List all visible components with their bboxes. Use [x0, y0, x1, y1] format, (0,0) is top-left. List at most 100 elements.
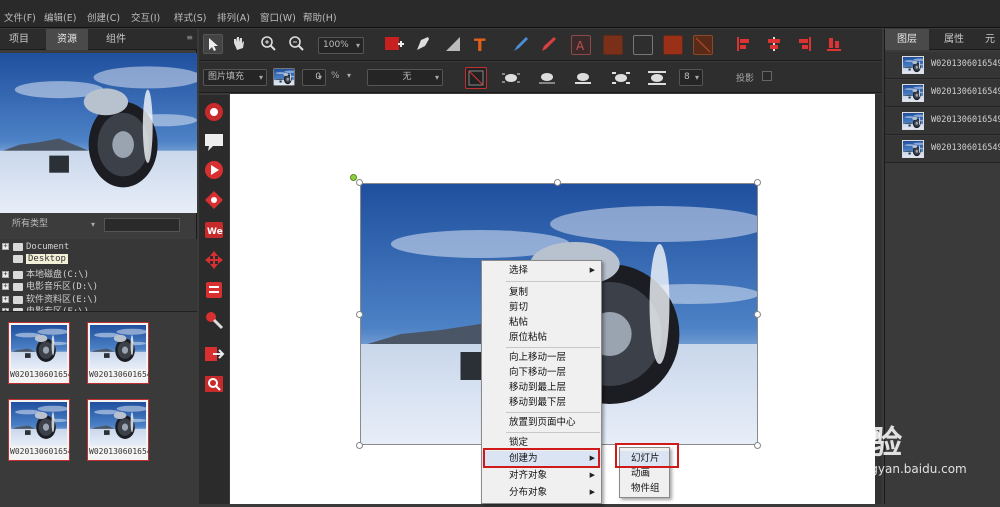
menu-file[interactable]: 文件(F) — [4, 10, 36, 24]
align-bottom-icon[interactable] — [825, 35, 845, 55]
menu-item-distribute[interactable]: 分布对象 ▶ — [482, 485, 601, 500]
diamond-icon[interactable] — [203, 189, 225, 211]
web-icon[interactable]: We — [203, 219, 225, 241]
align-center-icon[interactable] — [765, 35, 785, 55]
resize-handle[interactable] — [754, 442, 761, 449]
menu-item-bring-to-front[interactable]: 移动到最上层 — [482, 380, 601, 395]
thumbnail[interactable]: W020130601654 — [8, 322, 70, 384]
fill-image-swatch[interactable] — [273, 68, 295, 86]
thumbnail[interactable]: W020130601654 — [87, 322, 149, 384]
pen-tool-icon[interactable] — [413, 34, 433, 54]
stroke-weight-5-icon[interactable] — [647, 68, 667, 88]
zoom-in-icon[interactable] — [259, 34, 279, 54]
shadow-checkbox[interactable] — [762, 71, 772, 81]
menu-item-send-backward[interactable]: 向下移动一层 — [482, 365, 601, 380]
resize-handle[interactable] — [356, 311, 363, 318]
thumbnail[interactable]: W020130601654 — [8, 399, 70, 461]
menu-item-align[interactable]: 对齐对象 ▶ — [482, 468, 601, 483]
menu-interact[interactable]: 交互(I) — [131, 10, 160, 24]
resize-handle[interactable] — [356, 442, 363, 449]
panel-menu-icon[interactable]: ≡ — [186, 33, 193, 42]
expand-icon[interactable]: + — [2, 271, 9, 278]
pencil-icon[interactable] — [539, 34, 559, 54]
resize-handle[interactable] — [356, 179, 363, 186]
menu-item-send-to-back[interactable]: 移动到最下层 — [482, 395, 601, 410]
menu-item-paste[interactable]: 粘帖 — [482, 315, 601, 330]
stroke-weight-1-icon[interactable] — [501, 68, 521, 88]
type-filter-dropdown[interactable]: 所有类型 — [8, 217, 98, 234]
align-left-icon[interactable] — [735, 35, 755, 55]
brush-icon[interactable] — [511, 34, 531, 54]
tab-resources[interactable]: 资源 — [46, 29, 88, 50]
menu-create[interactable]: 创建(C) — [87, 10, 120, 24]
menu-style[interactable]: 样式(S) — [174, 10, 206, 24]
menu-arrange[interactable]: 排列(A) — [217, 10, 250, 24]
empty-fill-icon[interactable] — [633, 35, 653, 55]
thumbnail[interactable]: W020130601654 — [87, 399, 149, 461]
export-icon[interactable] — [203, 343, 225, 365]
stroke-weight-3-icon[interactable] — [573, 68, 593, 88]
search-image-icon[interactable] — [203, 373, 225, 395]
tree-item[interactable]: + 软件资料区(E:\) — [2, 292, 98, 305]
stroke-weight-4-icon[interactable] — [611, 68, 631, 88]
no-stroke-icon[interactable] — [693, 35, 713, 55]
align-right-icon[interactable] — [795, 35, 815, 55]
tab-project[interactable]: 项目 — [0, 29, 38, 50]
opacity-unit: % — [331, 71, 340, 81]
resize-handle[interactable] — [754, 179, 761, 186]
stroke-weight-2-icon[interactable] — [537, 68, 557, 88]
shape-tool-icon[interactable] — [443, 34, 463, 54]
menu-item-cut[interactable]: 剪切 — [482, 300, 601, 315]
menu-item-paste-in-place[interactable]: 原位粘帖 — [482, 330, 601, 345]
tab-components[interactable]: 组件 — [92, 29, 140, 50]
resize-handle[interactable] — [554, 179, 561, 186]
menu-separator — [506, 347, 600, 348]
stroke-color-icon[interactable] — [663, 35, 683, 55]
tree-item[interactable]: + 本地磁盘(C:\) — [2, 267, 89, 280]
layer-item[interactable]: W02013060165493 — [885, 108, 1000, 135]
tree-item[interactable]: Desktop — [13, 254, 68, 266]
expand-icon[interactable]: + — [2, 243, 9, 250]
add-image-icon[interactable] — [384, 34, 404, 54]
no-color-icon[interactable] — [465, 67, 487, 89]
opacity-stepper[interactable]: ▾ — [347, 71, 351, 80]
layer-item[interactable]: W02013060165492 — [885, 80, 1000, 107]
play-icon[interactable] — [203, 159, 225, 181]
menu-item-copy[interactable]: 复制 — [482, 285, 601, 300]
tab-layers[interactable]: 图层 — [885, 29, 929, 50]
text-tool-icon[interactable]: T — [471, 34, 491, 56]
comment-icon[interactable] — [203, 131, 225, 153]
menu-help[interactable]: 帮助(H) — [303, 10, 337, 24]
number-input[interactable]: 8 — [679, 69, 703, 86]
text-box-icon[interactable]: A — [571, 35, 591, 55]
menu-window[interactable]: 窗口(W) — [260, 10, 296, 24]
menu-item-object-group[interactable]: 物件组 — [620, 481, 669, 496]
fill-color-icon[interactable] — [603, 35, 623, 55]
tab-properties[interactable]: 属性 — [933, 29, 975, 50]
zoom-out-icon[interactable] — [287, 34, 307, 54]
layer-item[interactable]: W02013060165494 — [885, 136, 1000, 163]
tool-icon[interactable] — [203, 309, 225, 331]
layers-icon[interactable] — [203, 279, 225, 301]
menu-item-bring-forward[interactable]: 向上移动一层 — [482, 350, 601, 365]
tab-more[interactable]: 元 — [979, 29, 1000, 50]
menu-edit[interactable]: 编辑(E) — [44, 10, 76, 24]
expand-icon[interactable]: + — [2, 296, 9, 303]
fill-mode-dropdown[interactable]: 图片填充 — [203, 69, 267, 86]
resize-handle[interactable] — [754, 311, 761, 318]
expand-icon[interactable]: + — [2, 283, 9, 290]
layer-item[interactable]: W02013060165491 — [885, 52, 1000, 79]
move-icon[interactable] — [203, 249, 225, 271]
menu-item-center-on-page[interactable]: 放置到页面中心 — [482, 415, 601, 430]
filter-search-input[interactable] — [104, 218, 180, 232]
hand-icon[interactable] — [229, 34, 249, 54]
select-arrow-icon[interactable] — [203, 34, 223, 54]
line-style-dropdown[interactable]: 无 — [367, 69, 443, 86]
opacity-input[interactable]: 0 — [302, 69, 326, 86]
zoom-dropdown[interactable]: 100% — [318, 37, 364, 54]
menu-item-select[interactable]: 选择 ▶ — [482, 263, 601, 278]
tree-item[interactable]: + 电影音乐区(D:\) — [2, 279, 98, 292]
record-icon[interactable] — [203, 101, 225, 123]
menu-item-animation[interactable]: 动画 — [620, 466, 669, 481]
tree-item[interactable]: + Document — [2, 242, 69, 254]
